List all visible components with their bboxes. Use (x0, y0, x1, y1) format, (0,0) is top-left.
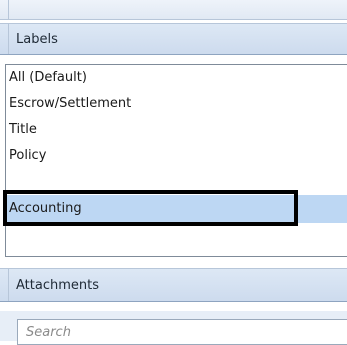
labels-title: Labels (16, 32, 58, 47)
search-area (0, 311, 347, 345)
labels-header: Labels (0, 23, 347, 55)
header-edge (8, 269, 9, 301)
header-edge (8, 24, 9, 54)
search-input[interactable] (17, 319, 347, 345)
labels-list[interactable]: All (Default) Escrow/Settlement Title Po… (5, 64, 347, 257)
label-item-policy[interactable]: Policy (6, 143, 347, 168)
label-item-accounting[interactable]: Accounting (6, 195, 347, 223)
label-item-title[interactable]: Title (6, 117, 347, 142)
top-toolbar (0, 0, 347, 20)
attachments-title: Attachments (16, 278, 99, 293)
label-item-escrow-settlement[interactable]: Escrow/Settlement (6, 91, 347, 116)
toolbar-divider (8, 0, 9, 19)
attachments-header: Attachments (0, 268, 347, 302)
label-item-all[interactable]: All (Default) (6, 65, 347, 90)
